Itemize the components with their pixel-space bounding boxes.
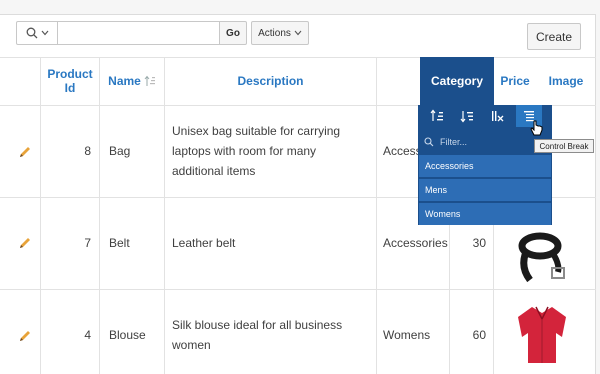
edit-icon[interactable] xyxy=(18,329,32,343)
hide-column-button[interactable] xyxy=(484,105,510,127)
column-header-price[interactable]: Price xyxy=(494,57,536,105)
product-price-cell: 60 xyxy=(472,328,486,342)
product-category-cell: Womens xyxy=(383,328,431,342)
filter-option-womens[interactable]: Womens xyxy=(419,203,551,225)
product-name-cell: Belt xyxy=(109,236,130,250)
help-icon: ? xyxy=(554,109,568,123)
go-button[interactable]: Go xyxy=(219,21,247,45)
belt-image xyxy=(518,232,565,283)
sort-descending-button[interactable] xyxy=(454,105,480,127)
actions-button[interactable]: Actions xyxy=(251,21,309,45)
sort-descending-icon xyxy=(460,111,473,123)
edit-icon[interactable] xyxy=(18,145,32,159)
create-button[interactable]: Create xyxy=(527,23,581,50)
search-icon xyxy=(26,27,37,39)
hide-column-icon xyxy=(492,111,504,122)
filter-placeholder: Filter... xyxy=(440,137,468,147)
search-column-button[interactable] xyxy=(16,21,58,45)
chevron-down-icon xyxy=(41,30,48,36)
column-header-category[interactable]: Category xyxy=(420,57,494,105)
sort-ascending-button[interactable] xyxy=(424,105,450,127)
column-header-name[interactable]: Name xyxy=(100,57,164,105)
search-icon xyxy=(424,137,434,147)
column-header-description[interactable]: Description xyxy=(165,57,376,105)
sort-ascending-icon xyxy=(144,75,155,86)
product-id-cell: 4 xyxy=(84,328,91,342)
search-input[interactable] xyxy=(58,21,219,45)
product-description-cell: Leather belt xyxy=(172,236,236,250)
product-id-cell: 8 xyxy=(84,144,91,158)
product-id-cell: 7 xyxy=(84,236,91,250)
blouse-image xyxy=(518,306,566,363)
product-description-cell: Unisex bag suitable for carrying laptops… xyxy=(172,124,341,178)
help-button[interactable]: ? xyxy=(548,105,574,127)
actions-label: Actions xyxy=(258,27,291,39)
edit-icon[interactable] xyxy=(18,236,32,250)
product-name-cell: Bag xyxy=(109,144,131,158)
hand-cursor-icon xyxy=(530,120,543,136)
chevron-down-icon xyxy=(294,30,302,36)
column-header-product-id[interactable]: Product Id xyxy=(41,57,99,105)
column-header-name-label: Name xyxy=(108,74,141,88)
svg-text:?: ? xyxy=(559,112,564,121)
product-name-cell: Blouse xyxy=(109,328,146,342)
column-header-image[interactable]: Image xyxy=(536,57,596,105)
search-toolbar: Go Actions xyxy=(16,21,309,45)
product-category-cell: Accessories xyxy=(383,144,419,158)
sort-ascending-icon xyxy=(430,109,443,121)
product-description-cell: Silk blouse ideal for all business women xyxy=(172,318,343,352)
filter-option-accessories[interactable]: Accessories xyxy=(419,155,551,177)
control-break-tooltip: Control Break xyxy=(534,139,594,153)
filter-option-mens[interactable]: Mens xyxy=(419,179,551,201)
